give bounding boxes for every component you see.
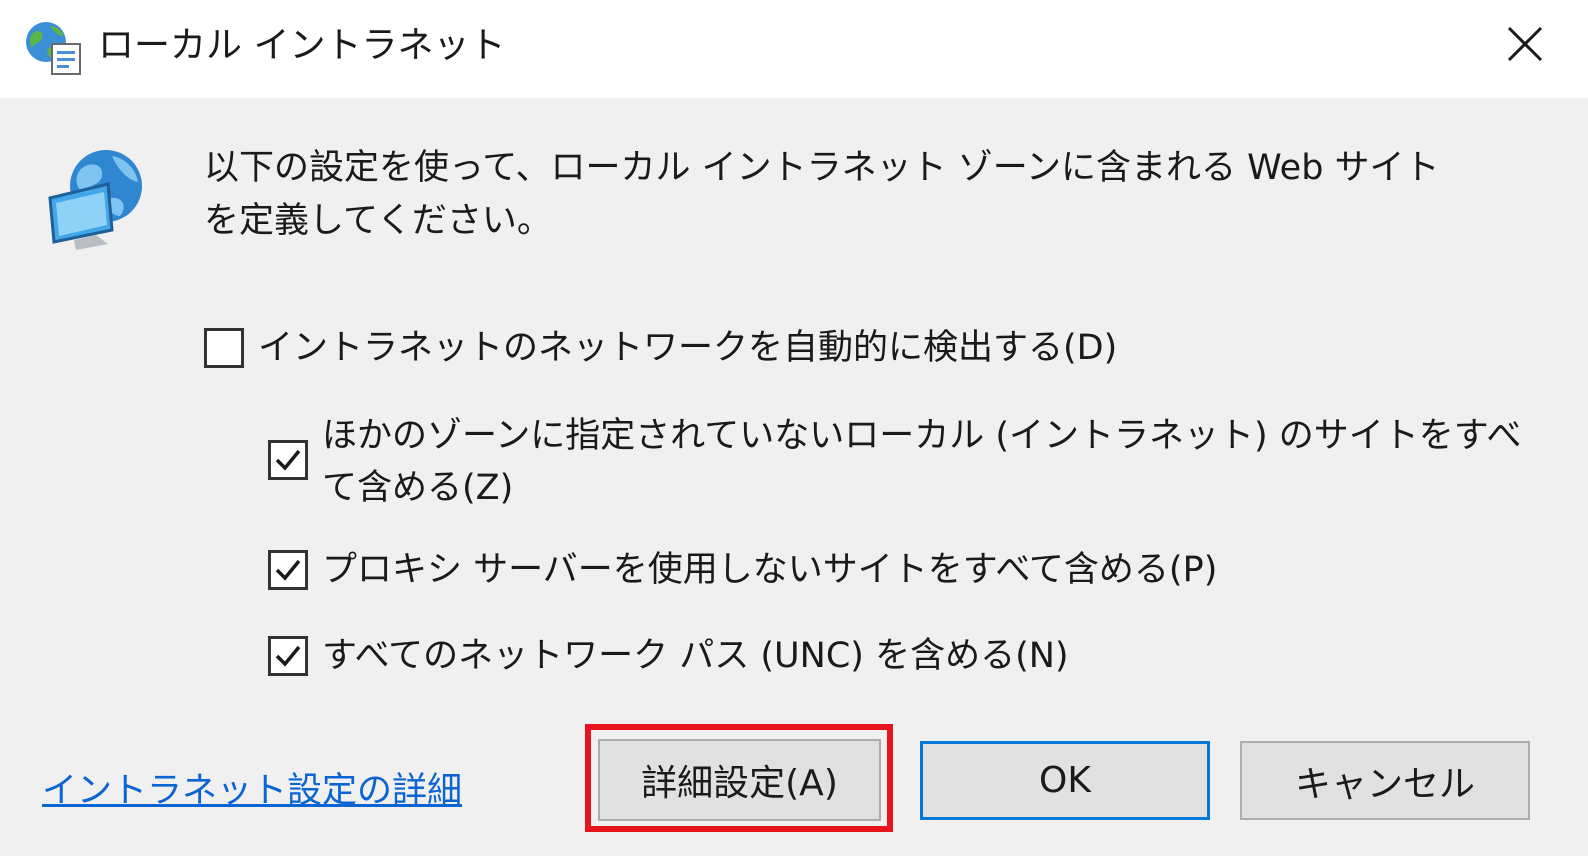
auto-detect-checkbox[interactable] bbox=[204, 328, 244, 368]
include-local-sites-checkbox[interactable] bbox=[268, 440, 308, 480]
close-button[interactable] bbox=[1490, 14, 1560, 78]
option-include-proxy-bypass[interactable]: プロキシ サーバーを使用しないサイトをすべて含める(P) bbox=[268, 544, 1548, 596]
globe-monitor-icon bbox=[46, 146, 146, 250]
cancel-button[interactable]: キャンセル bbox=[1240, 741, 1530, 820]
option-auto-detect[interactable]: イントラネットのネットワークを自動的に検出する(D) bbox=[204, 322, 1504, 374]
globe-intranet-icon bbox=[22, 18, 82, 76]
close-icon bbox=[1505, 24, 1545, 68]
include-unc-paths-checkbox[interactable] bbox=[268, 636, 308, 676]
window-title: ローカル イントラネット bbox=[98, 25, 506, 66]
intranet-dialog: ローカル イントラネット 以下の設定を使って、ローカル イントラネット ゾーンに… bbox=[0, 0, 1588, 856]
checkmark-icon bbox=[275, 449, 301, 471]
auto-detect-label: イントラネットのネットワークを自動的に検出する(D) bbox=[258, 328, 1118, 368]
include-proxy-bypass-checkbox[interactable] bbox=[268, 550, 308, 590]
title-bar: ローカル イントラネット bbox=[0, 0, 1588, 98]
option-include-unc-paths[interactable]: すべてのネットワーク パス (UNC) を含める(N) bbox=[268, 630, 1548, 682]
checkmark-icon bbox=[275, 559, 301, 581]
option-include-local-sites[interactable]: ほかのゾーンに指定されていないローカル (イントラネット) のサイトをすべて含め… bbox=[268, 410, 1548, 514]
intranet-settings-details-link[interactable]: イントラネット設定の詳細 bbox=[42, 766, 462, 816]
ok-button[interactable]: OK bbox=[920, 741, 1210, 820]
include-local-sites-label: ほかのゾーンに指定されていないローカル (イントラネット) のサイトをすべて含め… bbox=[322, 416, 1522, 508]
include-proxy-bypass-label: プロキシ サーバーを使用しないサイトをすべて含める(P) bbox=[322, 550, 1218, 590]
dialog-description: 以下の設定を使って、ローカル イントラネット ゾーンに含まれる Web サイトを… bbox=[204, 148, 1440, 241]
advanced-button[interactable]: 詳細設定(A) bbox=[598, 739, 881, 821]
checkmark-icon bbox=[275, 645, 301, 667]
include-unc-paths-label: すべてのネットワーク パス (UNC) を含める(N) bbox=[322, 636, 1069, 676]
